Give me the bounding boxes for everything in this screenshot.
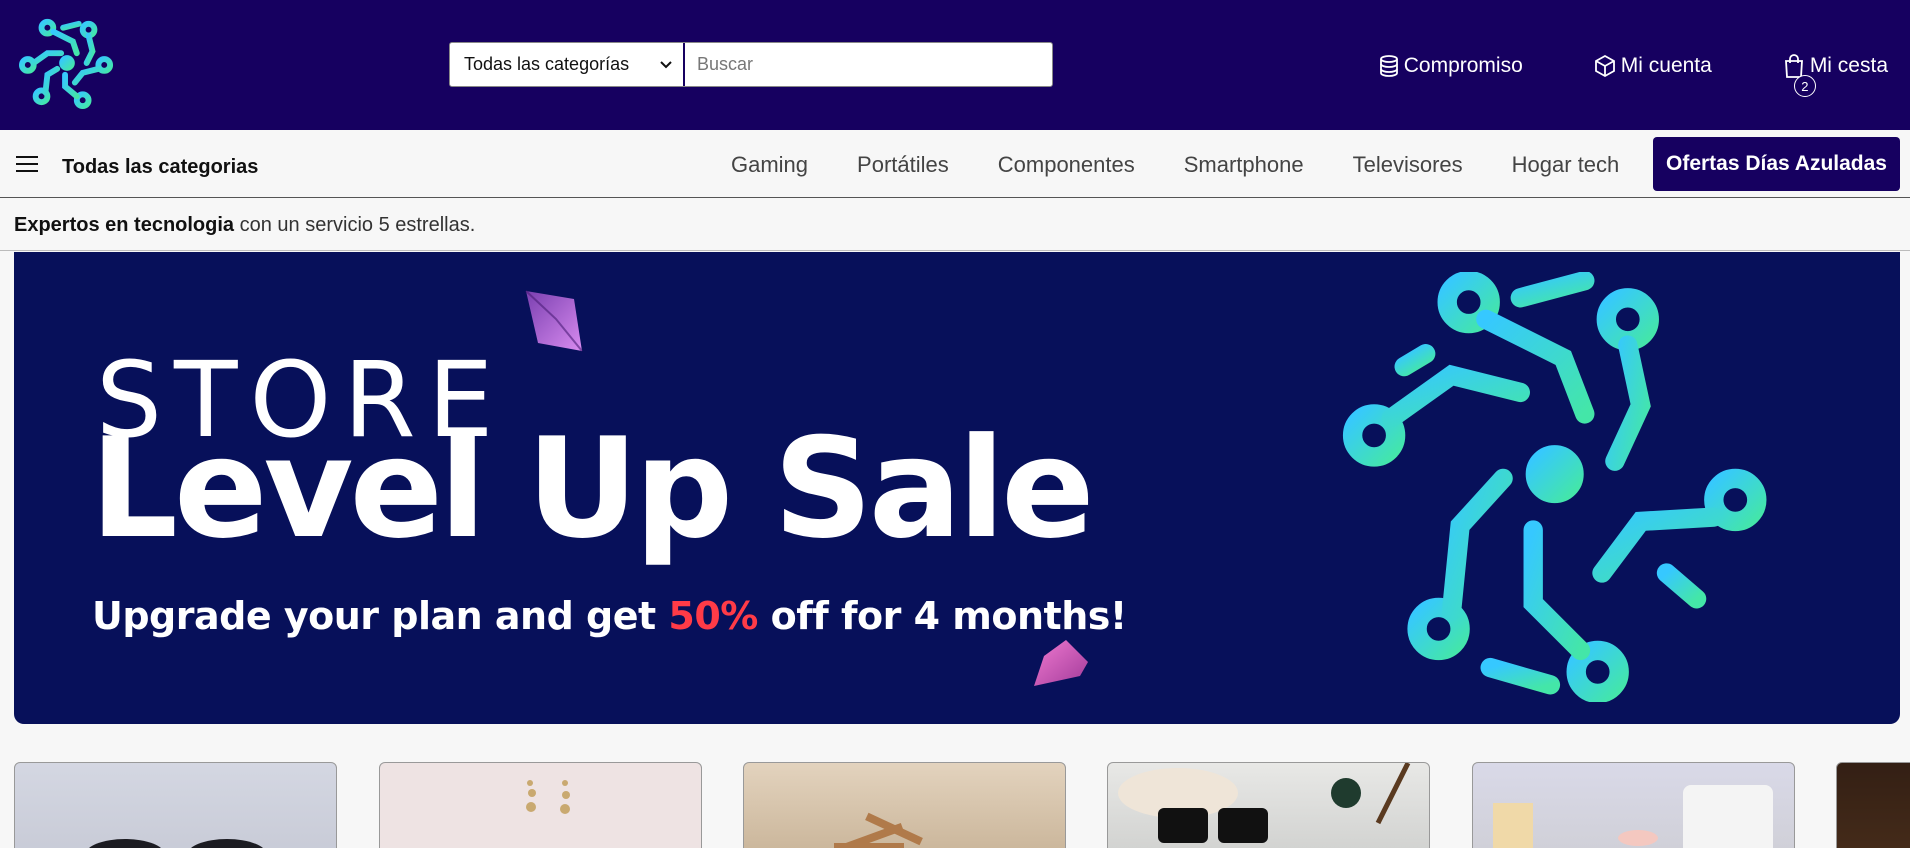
tagline-rest: con un servicio 5 estrellas. [234, 214, 476, 236]
mi-cesta-label: Mi cesta [1809, 54, 1888, 77]
tagline-bold: Expertos en tecnologia [14, 214, 235, 236]
category-select[interactable]: Todas las categorías [450, 43, 685, 86]
nav-smartphone[interactable]: Smartphone [1184, 152, 1304, 178]
box-icon [1594, 54, 1615, 78]
database-icon [1379, 55, 1398, 77]
hamburger-menu-icon[interactable] [16, 156, 38, 172]
product-tile[interactable] [1836, 762, 1910, 848]
mi-cuenta-link[interactable]: Mi cuenta [1593, 54, 1712, 78]
category-nav: Gaming Portátiles Componentes Smartphone… [731, 152, 1668, 178]
brand-mark-icon [1342, 272, 1767, 702]
product-tile[interactable] [1107, 762, 1430, 848]
all-categories-link[interactable]: Todas las categorias [62, 156, 258, 179]
offers-button[interactable]: Ofertas Días Azuladas [1653, 137, 1900, 191]
product-tile[interactable] [14, 762, 337, 848]
banner-sub-before: Upgrade your plan and get [92, 594, 669, 638]
search-bar: Todas las categorías Buscar [449, 42, 1053, 87]
product-image [1837, 763, 1910, 848]
nav-televisores[interactable]: Televisores [1353, 152, 1463, 178]
tagline: Expertos en tecnologia con un servicio 5… [14, 214, 475, 237]
nav-hogar-tech[interactable]: Hogar tech [1512, 152, 1620, 178]
nav-portatiles[interactable]: Portátiles [857, 152, 949, 178]
header-links: Compromiso Mi cuenta Mi cesta 2 [1378, 52, 1910, 97]
divider [0, 250, 1910, 251]
compromiso-label: Compromiso [1403, 54, 1523, 77]
mi-cesta-link[interactable]: Mi cesta 2 [1782, 53, 1888, 97]
toy-image [834, 812, 923, 848]
category-bar: Todas las categorias Gaming Portátiles C… [0, 130, 1910, 198]
search-input[interactable]: Buscar [685, 43, 1052, 86]
compromiso-link[interactable]: Compromiso [1378, 54, 1523, 78]
sunglasses-image [1118, 763, 1411, 843]
chevron-down-icon [660, 60, 672, 68]
product-tile[interactable] [379, 762, 702, 848]
store-logo[interactable] [14, 14, 120, 112]
product-tile[interactable] [1472, 762, 1795, 848]
banner-subheadline: Upgrade your plan and get 50% off for 4 … [92, 594, 1127, 638]
category-select-value: Todas las categorías [464, 54, 630, 74]
earrings-image [526, 780, 570, 814]
banner-headline: Level Up Sale [90, 408, 1095, 569]
mug-image [1493, 785, 1773, 848]
cart-count-badge: 2 [1793, 75, 1816, 97]
top-header: Todas las categorías Buscar Compromiso M… [0, 0, 1910, 130]
gem-decoration-icon [525, 290, 583, 352]
banner-sub-highlight: 50% [668, 594, 758, 638]
headphones-image [89, 839, 263, 848]
promo-banner[interactable]: STORE Level Up Sale Upgrade your plan an… [14, 252, 1900, 724]
gem-decoration-icon [1034, 640, 1088, 686]
nav-componentes[interactable]: Componentes [998, 152, 1135, 178]
product-tile[interactable] [743, 762, 1066, 848]
product-tiles [14, 762, 1910, 848]
nav-gaming[interactable]: Gaming [731, 152, 808, 178]
mi-cuenta-label: Mi cuenta [1620, 54, 1712, 77]
banner-sub-after: off for 4 months! [757, 594, 1128, 638]
